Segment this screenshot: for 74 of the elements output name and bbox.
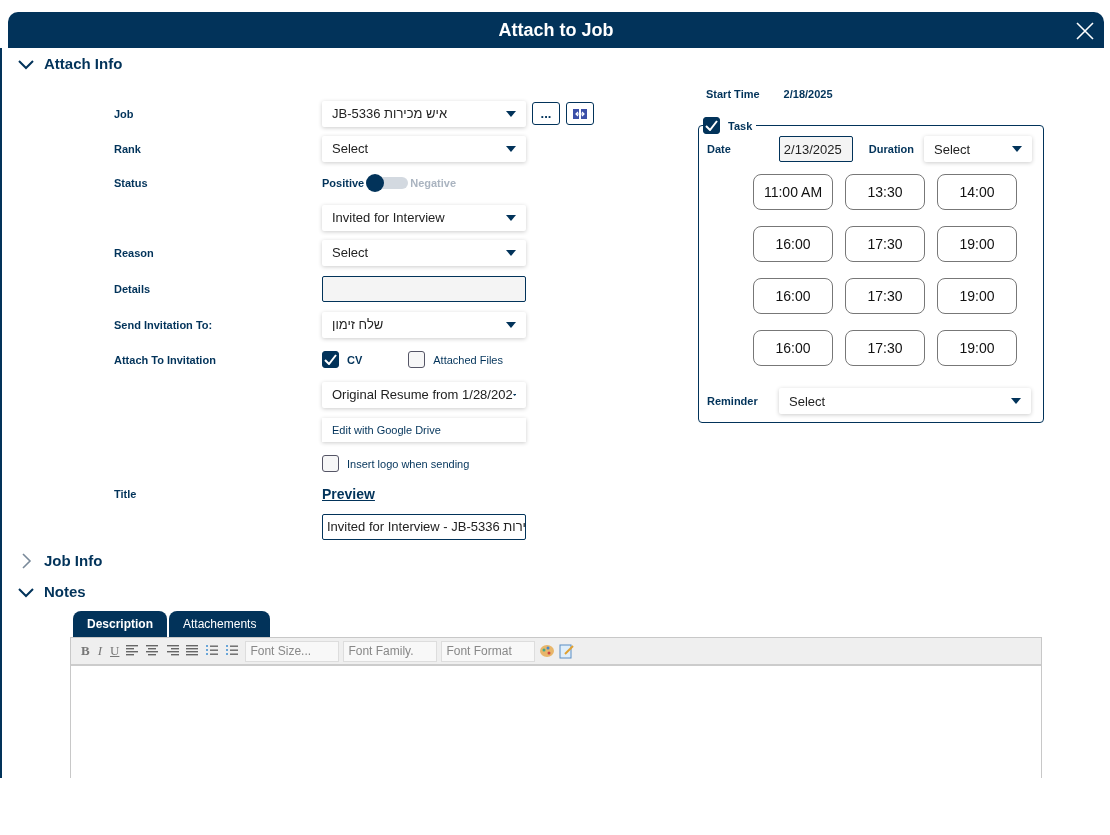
time-slot-button[interactable]: 17:30 <box>845 226 925 262</box>
section-title: Attach Info <box>44 55 123 72</box>
caret-icon <box>506 321 516 328</box>
reminder-dropdown[interactable]: Select <box>779 388 1031 414</box>
caret-icon <box>506 110 516 117</box>
caret-icon <box>506 145 516 152</box>
field-label: Send Invitation To: <box>114 318 214 331</box>
status-dropdown[interactable]: Invited for Interview <box>322 204 526 231</box>
time-slot-button[interactable]: 16:00 <box>753 330 833 366</box>
format-button[interactable]: U <box>108 643 122 659</box>
resume-dropdown[interactable]: Original Resume from 1/28/202 <box>322 381 526 408</box>
select-dropdown[interactable]: שלח זימון <box>322 311 526 338</box>
time-slot-button[interactable]: 14:00 <box>937 174 1017 210</box>
select-dropdown[interactable]: Select <box>322 239 526 266</box>
duration-label: Duration <box>868 143 915 155</box>
field-label: Reason <box>114 246 155 259</box>
time-slot-button[interactable]: 19:00 <box>937 226 1017 262</box>
tab[interactable]: Attachements <box>169 611 271 637</box>
caret-icon <box>1012 146 1023 152</box>
reminder-label: Reminder <box>707 395 759 407</box>
task-label: Task <box>728 119 753 132</box>
field-label: Rank <box>114 142 142 155</box>
field-label: Status <box>114 177 149 189</box>
caret-icon <box>1011 398 1021 404</box>
checkbox[interactable] <box>408 351 426 368</box>
time-slot-button[interactable]: 16:00 <box>753 278 833 314</box>
checkbox[interactable] <box>703 117 720 134</box>
more-button[interactable]: ... <box>532 102 560 125</box>
check-icon <box>705 120 718 131</box>
format-button[interactable]: I <box>95 643 104 659</box>
toggle-label: Negative <box>410 177 457 189</box>
google-drive-button[interactable]: Edit with Google Drive <box>322 417 526 442</box>
tab[interactable]: Description <box>73 611 167 637</box>
time-slot-button[interactable]: 13:30 <box>845 174 925 210</box>
duration-dropdown[interactable]: Select <box>924 136 1033 162</box>
caret-icon <box>506 249 516 256</box>
checkbox-label: CV <box>347 353 363 366</box>
preview-link[interactable]: Preview <box>322 486 375 502</box>
caret-icon <box>506 214 516 221</box>
checkbox[interactable] <box>322 351 339 368</box>
text-field[interactable]: Invited for Interview - JB-5336 ירות <box>322 513 526 540</box>
toggle-knob[interactable] <box>366 174 385 192</box>
field-label: Details <box>114 282 152 295</box>
job-dropdown[interactable]: JB-5336 איש מכירות <box>322 100 526 127</box>
time-slot-button[interactable]: 16:00 <box>753 226 833 262</box>
format-button[interactable]: B <box>79 643 92 659</box>
date-label: Date <box>707 143 731 155</box>
field-label: Job <box>114 107 135 120</box>
close-button[interactable] <box>1074 20 1096 42</box>
date-field[interactable]: 2/13/2025 <box>778 136 853 162</box>
time-slot-button[interactable]: 17:30 <box>845 278 925 314</box>
toggle-label: Positive <box>322 177 365 189</box>
start-time-value: 2/18/2025 <box>783 88 833 100</box>
time-slot-button[interactable]: 19:00 <box>937 278 1017 314</box>
checkbox[interactable] <box>322 455 339 472</box>
checkbox-label: Attached Files <box>433 353 503 366</box>
field-label: Attach To Invitation <box>114 353 217 366</box>
swap-icon <box>572 107 588 120</box>
text-field[interactable] <box>322 275 526 302</box>
check-icon <box>324 354 337 365</box>
time-slot-button[interactable]: 17:30 <box>845 330 925 366</box>
dialog-title: Attach to Job <box>498 19 614 41</box>
section-title: Job Info <box>44 552 103 569</box>
time-slot-button[interactable]: 11:00 AM <box>753 174 833 210</box>
field-label: Title <box>114 488 138 500</box>
palette-icon[interactable] <box>539 643 556 659</box>
swap-button[interactable] <box>566 102 594 125</box>
time-slot-button[interactable]: 19:00 <box>937 330 1017 366</box>
editor-area[interactable]: B I U Font Size... Font Family. Font Format <box>70 637 1042 778</box>
status-toggle[interactable] <box>366 177 409 189</box>
checkbox-label: Insert logo when sending <box>347 457 470 470</box>
select-dropdown[interactable]: Select <box>322 135 526 162</box>
start-time-label: Start Time <box>706 88 760 100</box>
section-title: Notes <box>44 583 86 600</box>
